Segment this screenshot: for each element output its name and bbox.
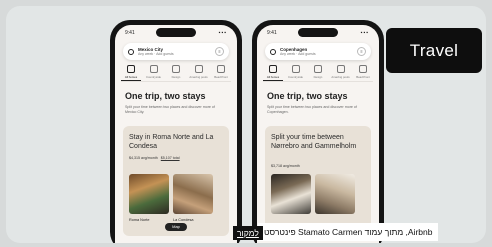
section-heading: One trip, two stays bbox=[267, 91, 348, 101]
promo-title: Stay in Roma Norte and La Condesa bbox=[129, 134, 214, 150]
search-bar[interactable]: Mexico City Any week · Add guests ≡ bbox=[123, 43, 229, 60]
status-time: 9:41 bbox=[267, 30, 277, 36]
listing-label: La Condesa bbox=[173, 218, 194, 222]
category-tab[interactable]: Beachfront bbox=[353, 65, 373, 81]
category-icon bbox=[314, 65, 322, 73]
listing-photo[interactable] bbox=[315, 174, 355, 214]
search-icon bbox=[128, 48, 134, 55]
filter-icon[interactable]: ≡ bbox=[357, 47, 366, 56]
source-link[interactable]: למקור bbox=[233, 226, 263, 240]
promo-card[interactable]: Stay in Roma Norte and La Condesa $4,315… bbox=[123, 126, 229, 236]
listing-label: Roma Norte bbox=[129, 218, 150, 222]
category-tab[interactable]: Countryside bbox=[144, 65, 164, 81]
category-badge[interactable]: Travel bbox=[386, 28, 482, 73]
search-icon bbox=[270, 48, 276, 55]
filter-icon[interactable]: ≡ bbox=[215, 47, 224, 56]
promo-card[interactable]: Split your time between Nørrebro and Gam… bbox=[265, 126, 371, 236]
category-tabs: All homes Countryside Design Amazing poo… bbox=[263, 65, 373, 82]
status-bar: 9:41 ▪▪▪ bbox=[267, 30, 369, 38]
article-image-card: 9:41 ▪▪▪ Mexico City Any week · Add gues… bbox=[6, 6, 486, 243]
status-bar: 9:41 ▪▪▪ bbox=[125, 30, 227, 38]
signal-icon: ▪▪▪ bbox=[360, 30, 369, 36]
signal-icon: ▪▪▪ bbox=[218, 30, 227, 36]
search-bar[interactable]: Copenhagen Any week · Add guests ≡ bbox=[265, 43, 371, 60]
category-tab[interactable]: Beachfront bbox=[211, 65, 231, 81]
map-button[interactable]: Map bbox=[165, 223, 187, 231]
category-tabs: All homes Countryside Design Amazing poo… bbox=[121, 65, 231, 82]
category-icon bbox=[336, 65, 345, 73]
search-subtitle: Any week · Add guests bbox=[280, 52, 316, 56]
section-description: Split your time between two places and d… bbox=[125, 105, 215, 114]
category-icon bbox=[194, 65, 203, 73]
listing-photo[interactable] bbox=[173, 174, 213, 214]
category-icon bbox=[172, 65, 180, 73]
category-tab[interactable]: Countryside bbox=[286, 65, 306, 81]
phone-mockup-right: 9:41 ▪▪▪ Copenhagen Any week · Add guest… bbox=[252, 20, 384, 243]
category-icon bbox=[269, 65, 277, 73]
category-tab[interactable]: All homes bbox=[263, 65, 283, 81]
category-tab[interactable]: Design bbox=[308, 65, 328, 81]
phone-mockup-left: 9:41 ▪▪▪ Mexico City Any week · Add gues… bbox=[110, 20, 242, 243]
search-subtitle: Any week · Add guests bbox=[138, 52, 174, 56]
category-icon bbox=[291, 65, 300, 73]
listing-photo[interactable] bbox=[271, 174, 311, 214]
phone-screen: 9:41 ▪▪▪ Mexico City Any week · Add gues… bbox=[115, 25, 237, 243]
category-tab[interactable]: Amazing pools bbox=[189, 65, 209, 81]
category-icon bbox=[149, 65, 158, 73]
category-icon bbox=[217, 65, 225, 73]
image-credit: Airbnb, מתוך עמוד Stamato Carmen פינטרסט bbox=[258, 223, 439, 241]
promo-title: Split your time between Nørrebro and Gam… bbox=[271, 134, 357, 150]
promo-price: $4,315 avg/month $5,107 total bbox=[129, 156, 180, 160]
listing-photo[interactable] bbox=[129, 174, 169, 214]
category-tab[interactable]: All homes bbox=[121, 65, 141, 81]
promo-price: $3,718 avg/month bbox=[271, 164, 300, 168]
promo-total-link[interactable]: $5,107 total bbox=[161, 156, 180, 160]
section-heading: One trip, two stays bbox=[125, 91, 206, 101]
phone-screen: 9:41 ▪▪▪ Copenhagen Any week · Add guest… bbox=[257, 25, 379, 243]
category-tab[interactable]: Amazing pools bbox=[331, 65, 351, 81]
category-tab[interactable]: Design bbox=[166, 65, 186, 81]
section-description: Split your time between two places and d… bbox=[267, 105, 357, 114]
category-icon bbox=[359, 65, 367, 73]
category-icon bbox=[127, 65, 135, 73]
status-time: 9:41 bbox=[125, 30, 135, 36]
